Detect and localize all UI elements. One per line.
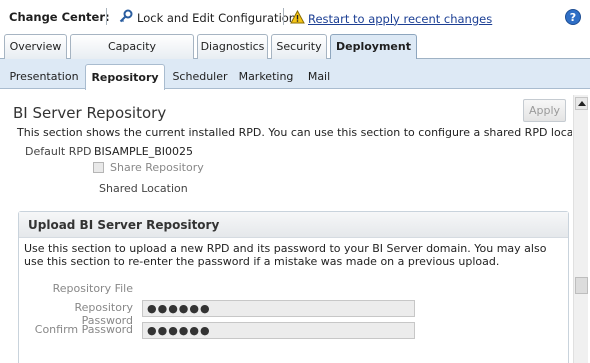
default-rpd-value: BISAMPLE_BI0025 (94, 145, 193, 158)
lock-edit-button[interactable]: Lock and Edit Configuration (119, 9, 296, 26)
page-title: BI Server Repository (13, 104, 167, 122)
tab-security[interactable]: Security (271, 34, 327, 59)
share-repository-label: Share Repository (110, 161, 204, 174)
restart-notice: Restart to apply recent changes (290, 9, 492, 27)
tab-deployment[interactable]: Deployment (330, 34, 417, 60)
repository-password-input[interactable]: ●●●●●● (142, 300, 415, 317)
tab-overview[interactable]: Overview (4, 34, 67, 59)
vertical-scrollbar[interactable] (573, 95, 588, 363)
shared-location-label: Shared Location (99, 182, 188, 195)
upload-description: Use this section to upload a new RPD and… (24, 242, 547, 268)
separator (283, 8, 284, 25)
tab-capacity-management[interactable]: Capacity Management (70, 34, 194, 76)
upload-section: Upload BI Server Repository Use this sec… (18, 211, 569, 363)
change-center-label: Change Center: (9, 10, 110, 24)
restart-link[interactable]: Restart to apply recent changes (308, 12, 492, 26)
share-repository-checkbox[interactable] (93, 162, 104, 173)
scrollbar-thumb[interactable] (575, 277, 588, 294)
upload-section-title: Upload BI Server Repository (19, 212, 568, 238)
help-icon[interactable]: ? (565, 9, 581, 25)
main-tab-bar: Overview Capacity Management Diagnostics… (0, 34, 590, 76)
sub-tab-bar: Presentation Repository Scheduler Market… (0, 59, 590, 90)
repository-file-label: Repository File (52, 282, 133, 295)
subtab-presentation[interactable]: Presentation (6, 64, 82, 89)
key-icon (119, 9, 133, 26)
default-rpd-label: Default RPD (25, 145, 92, 158)
confirm-password-label: Confirm Password (34, 323, 133, 336)
separator (106, 8, 107, 25)
scroll-up-arrow-icon[interactable] (575, 97, 588, 110)
lock-edit-label: Lock and Edit Configuration (137, 10, 297, 25)
subtab-marketing[interactable]: Marketing (235, 64, 297, 89)
apply-button[interactable]: Apply (523, 99, 566, 122)
section-description: This section shows the current installed… (17, 126, 572, 139)
repository-panel: BI Server Repository Apply This section … (0, 90, 572, 363)
subtab-scheduler[interactable]: Scheduler (169, 64, 231, 89)
subtab-mail[interactable]: Mail (302, 64, 336, 89)
warning-icon (290, 9, 305, 27)
tab-diagnostics[interactable]: Diagnostics (197, 34, 268, 59)
change-center-bar: Change Center: Lock and Edit Configurati… (0, 0, 590, 34)
subtab-repository[interactable]: Repository (85, 64, 165, 90)
share-repository-row: Share Repository (93, 161, 204, 174)
confirm-password-input[interactable]: ●●●●●● (142, 322, 415, 339)
